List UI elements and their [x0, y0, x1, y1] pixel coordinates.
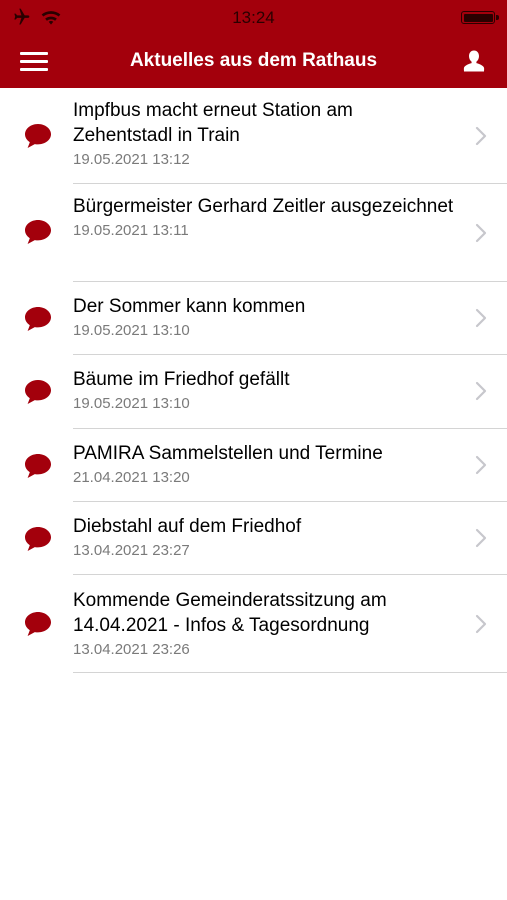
chevron-right-icon [475, 308, 487, 328]
list-item[interactable]: Der Sommer kann kommen 19.05.2021 13:10 [0, 282, 507, 355]
list-item[interactable]: Impfbus macht erneut Station am Zehentst… [0, 88, 507, 184]
speech-bubble-icon [25, 612, 51, 636]
speech-bubble-icon [25, 380, 51, 404]
news-list: Impfbus macht erneut Station am Zehentst… [0, 88, 507, 673]
news-title: PAMIRA Sammelstellen und Termine [73, 443, 383, 464]
news-title: Bäume im Friedhof gefällt [73, 369, 290, 390]
speech-bubble-icon [25, 307, 51, 331]
speech-bubble-icon [25, 527, 51, 551]
chevron-right-icon [475, 455, 487, 475]
list-item[interactable]: Kommende Gemeinderatssitzung am 14.04.20… [0, 575, 507, 673]
battery-icon [461, 11, 499, 24]
chevron-right-icon [475, 381, 487, 401]
app-screen: 13:24 Aktuelles aus dem Rathaus Impfbus … [0, 0, 507, 900]
navigation-bar: Aktuelles aus dem Rathaus [0, 34, 507, 88]
speech-bubble-icon [25, 124, 51, 148]
status-time: 13:24 [232, 8, 275, 27]
news-title: Diebstahl auf dem Friedhof [73, 516, 302, 537]
news-title: Der Sommer kann kommen [73, 296, 306, 317]
speech-bubble-icon [25, 220, 51, 244]
news-title: Impfbus macht erneut Station am Zehentst… [73, 100, 353, 146]
list-item[interactable]: Bäume im Friedhof gefällt 19.05.2021 13:… [0, 355, 507, 429]
news-date: 13.04.2021 23:26 [73, 641, 190, 658]
news-date: 13.04.2021 23:27 [73, 542, 190, 559]
news-title: Bürgermeister Gerhard Zeitler ausgezeich… [73, 196, 454, 217]
chevron-right-icon [475, 614, 487, 634]
news-date: 19.05.2021 13:12 [73, 151, 190, 168]
chevron-right-icon [475, 126, 487, 146]
user-profile-icon[interactable] [461, 48, 487, 74]
news-date: 19.05.2021 13:10 [73, 322, 190, 339]
status-bar: 13:24 [0, 0, 507, 34]
list-item[interactable]: PAMIRA Sammelstellen und Termine 21.04.2… [0, 429, 507, 502]
news-date: 19.05.2021 13:11 [73, 222, 189, 239]
news-date: 19.05.2021 13:10 [73, 395, 190, 412]
speech-bubble-icon [25, 454, 51, 478]
list-item[interactable]: Diebstahl auf dem Friedhof 13.04.2021 23… [0, 502, 507, 575]
page-title: Aktuelles aus dem Rathaus [129, 50, 378, 71]
news-date: 21.04.2021 13:20 [73, 469, 190, 486]
list-item[interactable]: Bürgermeister Gerhard Zeitler ausgezeich… [0, 184, 507, 282]
chevron-right-icon [475, 223, 487, 243]
chevron-right-icon [475, 528, 487, 548]
news-title: Kommende Gemeinderatssitzung am 14.04.20… [73, 590, 387, 636]
